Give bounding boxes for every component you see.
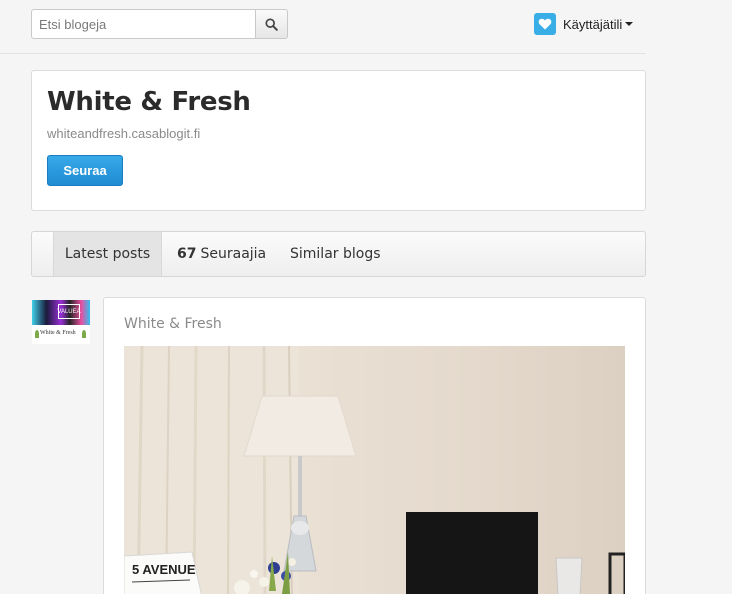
search-form xyxy=(31,9,288,39)
post-blog-name[interactable]: White & Fresh xyxy=(124,316,222,332)
interior-photo: 5 AVENUE xyxy=(124,346,625,594)
heart-icon xyxy=(534,13,556,35)
tab-similar-blogs-label: Similar blogs xyxy=(290,246,381,262)
caret-down-icon xyxy=(625,22,634,26)
thumbnail-badge: VALUEA xyxy=(57,304,81,319)
search-input[interactable] xyxy=(31,9,256,39)
tab-followers[interactable]: 67 Seuraajia xyxy=(177,232,266,276)
followers-label: Seuraajia xyxy=(200,246,267,262)
pillow-text: 5 AVENUE xyxy=(132,562,196,577)
search-button[interactable] xyxy=(255,9,288,39)
blog-title: White & Fresh xyxy=(47,87,251,117)
followers-count: 67 xyxy=(177,246,197,262)
blog-url[interactable]: whiteandfresh.casablogit.fi xyxy=(47,126,200,141)
thumbnail-banner: VALUEA xyxy=(32,300,90,325)
tab-similar-blogs[interactable]: Similar blogs xyxy=(290,232,381,276)
thumbnail-caption-area: White & Fresh xyxy=(32,327,90,344)
account-label: Käyttäjätili xyxy=(563,16,623,32)
account-menu[interactable]: Käyttäjätili xyxy=(534,13,634,35)
thumbnail-caption: White & Fresh xyxy=(40,330,76,336)
leaf-icon xyxy=(82,330,86,338)
leaf-icon xyxy=(35,330,39,338)
search-icon xyxy=(265,17,278,31)
follow-button[interactable]: Seuraa xyxy=(47,155,123,186)
post-image[interactable]: 5 AVENUE xyxy=(124,346,625,594)
blog-tabs: Latest posts 67 Seuraajia Similar blogs xyxy=(31,231,646,277)
post-card: White & Fresh 5 AVENUE xyxy=(103,297,646,594)
tab-latest-posts[interactable]: Latest posts xyxy=(53,232,162,276)
blog-thumbnail[interactable]: VALUEA White & Fresh xyxy=(32,300,90,344)
top-bar: Käyttäjätili xyxy=(0,0,646,54)
tab-latest-posts-label: Latest posts xyxy=(64,246,151,262)
blog-header-card: White & Fresh whiteandfresh.casablogit.f… xyxy=(31,70,646,211)
